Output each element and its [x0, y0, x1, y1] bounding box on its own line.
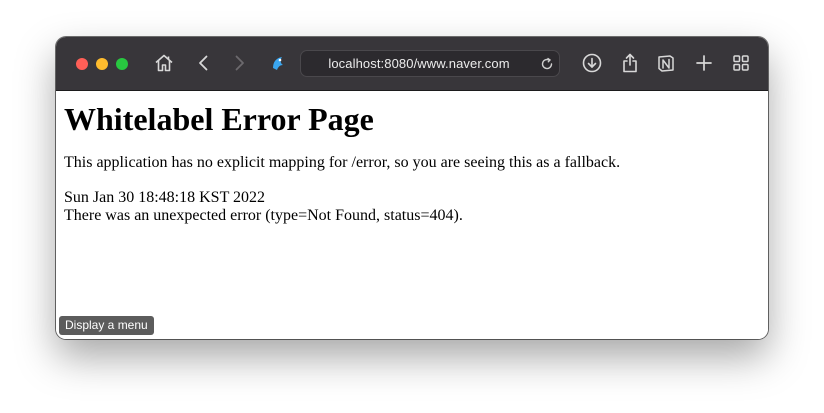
- error-timestamp: Sun Jan 30 18:48:18 KST 2022: [64, 189, 266, 206]
- tab-overview-icon[interactable]: [729, 51, 753, 75]
- address-bar[interactable]: localhost:8080/www.naver.com: [300, 50, 560, 77]
- new-tab-icon[interactable]: [692, 51, 716, 75]
- page-title: Whitelabel Error Page: [64, 101, 374, 137]
- forward-icon[interactable]: [227, 51, 251, 75]
- download-icon[interactable]: [580, 51, 604, 75]
- display-menu-tooltip: Display a menu: [59, 316, 154, 335]
- notion-icon[interactable]: [654, 51, 678, 75]
- url-text[interactable]: localhost:8080/www.naver.com: [301, 51, 537, 76]
- error-detail: There was an unexpected error (type=Not …: [64, 207, 463, 224]
- maximize-window-button[interactable]: [116, 58, 128, 70]
- minimize-window-button[interactable]: [96, 58, 108, 70]
- extension-icon[interactable]: [266, 51, 290, 75]
- error-message: This application has no explicit mapping…: [64, 154, 621, 171]
- reload-icon[interactable]: [539, 56, 555, 72]
- page-content: Whitelabel Error Page This application h…: [56, 91, 768, 339]
- close-window-button[interactable]: [76, 58, 88, 70]
- home-icon[interactable]: [152, 51, 176, 75]
- back-icon[interactable]: [192, 51, 216, 75]
- browser-window: localhost:8080/www.naver.com Whitelabel …: [56, 37, 768, 339]
- browser-toolbar: localhost:8080/www.naver.com: [56, 37, 768, 91]
- share-icon[interactable]: [618, 51, 642, 75]
